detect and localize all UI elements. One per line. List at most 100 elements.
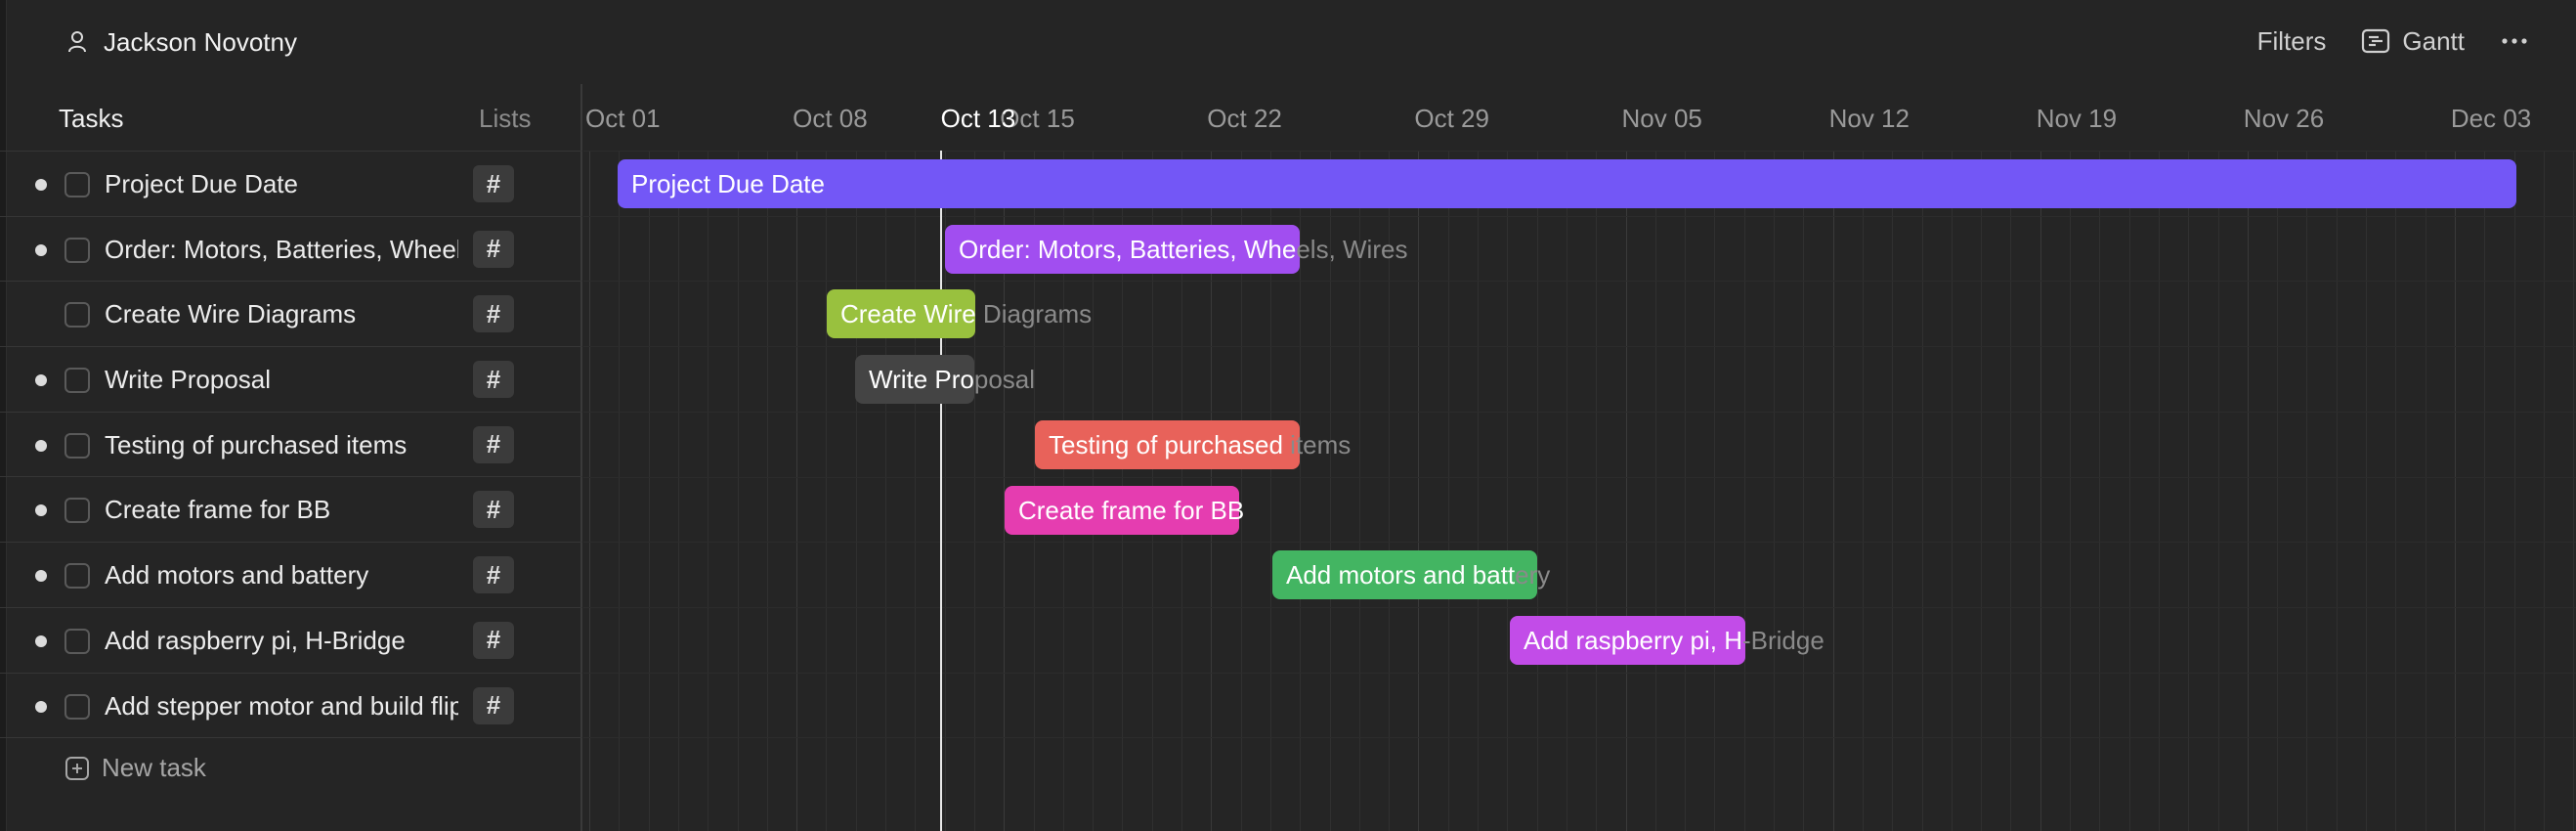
timeline: Oct 01 Oct 08 Oct 15 Oct 22 Oct 29 Nov 05 Nov … xyxy=(583,84,2576,831)
status-dot xyxy=(35,374,47,387)
status-dot xyxy=(35,439,47,452)
date-label: Oct 22 xyxy=(1207,104,1282,133)
task-checkbox[interactable] xyxy=(64,368,90,394)
task-name[interactable]: Create Wire Diagrams xyxy=(105,299,458,329)
task-checkbox[interactable] xyxy=(64,498,90,524)
grid-line xyxy=(737,151,739,831)
list-tag[interactable]: # xyxy=(473,361,514,399)
row-separator xyxy=(583,215,2576,217)
task-bar-label: Project Due Date xyxy=(631,159,825,208)
task-row[interactable]: Add stepper motor and build flipper # xyxy=(0,672,582,738)
status-dot xyxy=(35,243,47,256)
task-row[interactable]: Create Wire Diagrams # xyxy=(0,281,582,346)
grid-line xyxy=(1714,151,1716,831)
grid-line xyxy=(2513,151,2515,831)
task-bar[interactable] xyxy=(618,159,2516,208)
task-checkbox[interactable] xyxy=(64,237,90,263)
grid-line xyxy=(1447,151,1449,831)
grid-line xyxy=(589,151,590,831)
grid-line xyxy=(1507,151,1509,831)
task-name[interactable]: Project Due Date xyxy=(105,169,458,199)
task-checkbox[interactable] xyxy=(64,693,90,720)
task-bar-label: Testing of purchased items xyxy=(1049,420,1351,469)
grid-line xyxy=(1981,151,1983,831)
view-switch-button[interactable]: Gantt xyxy=(2361,26,2465,57)
bar-label-overflow: posal xyxy=(973,365,1036,395)
status-dot xyxy=(35,700,47,713)
grid-line xyxy=(2543,151,2545,831)
grid-line xyxy=(2217,151,2219,831)
grid-line xyxy=(2484,151,2486,831)
task-name[interactable]: Add stepper motor and build flipper xyxy=(105,691,458,722)
task-name[interactable]: Testing of purchased items xyxy=(105,430,458,460)
row-separator xyxy=(583,737,2576,739)
task-row[interactable]: Create frame for BB # xyxy=(0,476,582,542)
task-checkbox[interactable] xyxy=(64,628,90,654)
row-separator xyxy=(583,476,2576,478)
task-bar-label: Write Proposal xyxy=(869,355,1035,404)
list-tag[interactable]: # xyxy=(473,295,514,333)
task-checkbox[interactable] xyxy=(64,563,90,590)
new-task-button[interactable]: New task xyxy=(64,753,206,783)
timeline-grid xyxy=(583,151,2576,831)
tasks-column-header[interactable]: Tasks xyxy=(59,104,123,134)
bar-label-overflow: items xyxy=(1282,429,1352,459)
grid-line xyxy=(677,151,679,831)
task-name[interactable]: Create frame for BB xyxy=(105,495,458,525)
header: Jackson Novotny Filters Gantt xyxy=(0,0,2576,84)
task-checkbox[interactable] xyxy=(64,172,90,197)
grid-line xyxy=(2099,151,2101,831)
filters-button[interactable]: Filters xyxy=(2257,26,2327,57)
grid-line xyxy=(2128,151,2130,831)
list-tag[interactable]: # xyxy=(473,621,514,659)
bar-label-inside: Order: Motors, Batteries, Whe xyxy=(959,234,1297,264)
task-row[interactable]: Add motors and battery # xyxy=(0,542,582,607)
grid-line xyxy=(2454,151,2456,831)
grid-line xyxy=(1832,151,1834,831)
task-bar-label: Add motors and battery xyxy=(1286,550,1550,599)
user-name: Jackson Novotny xyxy=(104,26,297,57)
lists-column-header[interactable]: Lists xyxy=(479,104,531,134)
grid-line xyxy=(1951,151,1953,831)
task-checkbox[interactable] xyxy=(64,432,90,459)
row-separator xyxy=(583,281,2576,283)
grid-line xyxy=(2070,151,2071,831)
list-tag[interactable]: # xyxy=(473,686,514,724)
bar-label-overflow: ery xyxy=(1515,560,1551,590)
grid-line xyxy=(2010,151,2012,831)
grid-line xyxy=(915,151,917,831)
task-bar-label: Order: Motors, Batteries, Wheels, Wires xyxy=(959,225,1407,274)
list-tag[interactable]: # xyxy=(473,556,514,594)
task-row[interactable]: Testing of purchased items # xyxy=(0,411,582,477)
grid-line xyxy=(619,151,621,831)
date-label: Dec 03 xyxy=(2450,104,2532,133)
list-tag[interactable]: # xyxy=(473,425,514,463)
row-separator xyxy=(583,411,2576,413)
date-label: Nov 19 xyxy=(2036,104,2118,133)
row-separator xyxy=(583,606,2576,608)
task-row[interactable]: Add raspberry pi, H-Bridge # xyxy=(0,606,582,673)
grid-line xyxy=(2306,151,2308,831)
user-info[interactable]: Jackson Novotny xyxy=(66,25,297,59)
list-tag[interactable]: # xyxy=(473,165,514,202)
status-dot xyxy=(35,179,47,191)
more-options-button[interactable] xyxy=(2500,36,2529,46)
row-separator xyxy=(583,346,2576,348)
task-name[interactable]: Add motors and battery xyxy=(105,560,458,590)
task-name[interactable]: Order: Motors, Batteries, Wheels, Wires xyxy=(105,235,458,265)
today-label: Oct 13 xyxy=(940,104,1016,133)
task-name[interactable]: Write Proposal xyxy=(105,365,458,395)
date-label: Oct 08 xyxy=(793,104,868,133)
list-tag[interactable]: # xyxy=(473,491,514,529)
task-row[interactable]: Project Due Date # xyxy=(0,151,582,216)
more-icon xyxy=(2502,38,2527,44)
task-checkbox[interactable] xyxy=(64,302,90,328)
list-tag[interactable]: # xyxy=(473,230,514,268)
task-row[interactable]: Order: Motors, Batteries, Wheels, Wires # xyxy=(0,215,582,282)
task-row[interactable]: Write Proposal # xyxy=(0,346,582,412)
task-name[interactable]: Add raspberry pi, H-Bridge xyxy=(105,626,458,656)
grid-line xyxy=(2277,151,2279,831)
grid-line xyxy=(1536,151,1538,831)
status-dot xyxy=(35,634,47,647)
grid-line xyxy=(885,151,886,831)
